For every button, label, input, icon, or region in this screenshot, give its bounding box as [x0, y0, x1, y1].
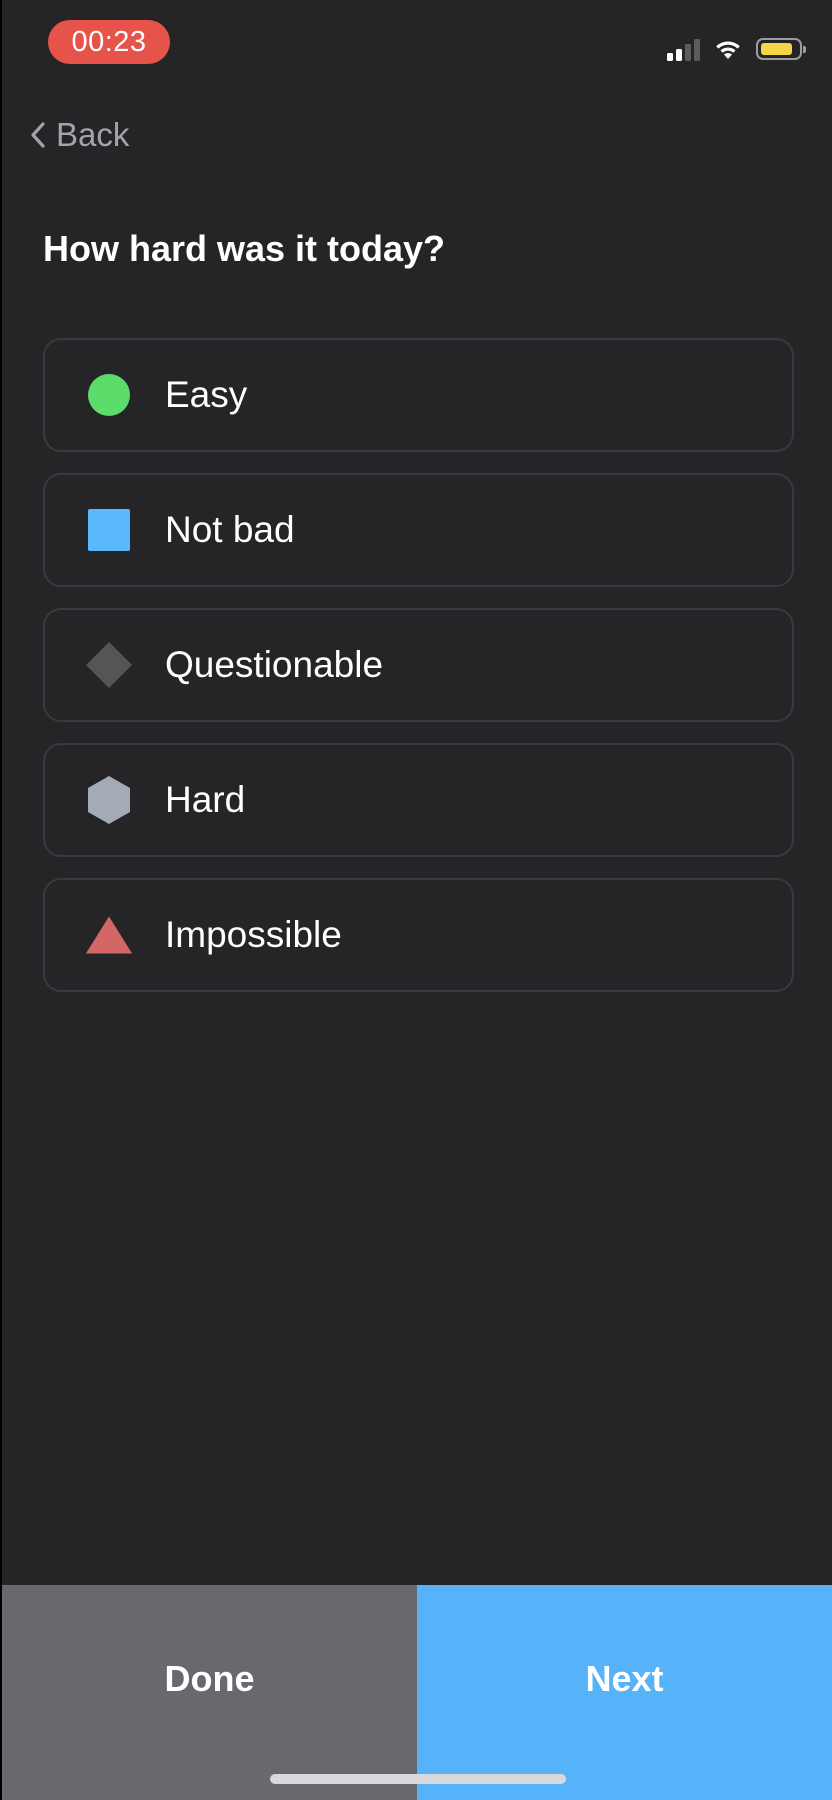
status-time: 00:23	[71, 25, 147, 58]
option-impossible[interactable]: Impossible	[43, 878, 794, 992]
recording-time-pill[interactable]: 00:23	[48, 20, 170, 64]
blue-square-icon	[85, 506, 133, 554]
done-button[interactable]: Done	[2, 1585, 417, 1800]
option-not-bad[interactable]: Not bad	[43, 473, 794, 587]
battery-fill	[761, 43, 792, 55]
bottom-action-bar: Done Next	[2, 1585, 832, 1800]
difficulty-options: Easy Not bad Questionable Hard Impossibl…	[43, 338, 794, 1013]
back-button[interactable]: Back	[30, 112, 129, 158]
wifi-icon	[716, 41, 740, 59]
option-label: Easy	[165, 374, 248, 415]
option-easy[interactable]: Easy	[43, 338, 794, 452]
status-icons	[667, 36, 806, 62]
done-label: Done	[164, 1657, 255, 1699]
battery-icon	[756, 38, 806, 60]
option-label: Impossible	[165, 914, 342, 955]
option-questionable[interactable]: Questionable	[43, 608, 794, 722]
option-hard[interactable]: Hard	[43, 743, 794, 857]
green-circle-icon	[85, 371, 133, 419]
option-label: Not bad	[165, 509, 295, 550]
next-button[interactable]: Next	[417, 1585, 832, 1800]
home-indicator[interactable]	[270, 1774, 566, 1784]
option-label: Hard	[165, 779, 246, 820]
back-label: Back	[56, 116, 130, 153]
option-label: Questionable	[165, 644, 384, 685]
page-title: How hard was it today?	[43, 228, 446, 269]
cellular-signal-icon	[667, 37, 700, 61]
screen-edge	[0, 0, 2, 1800]
gray-hexagon-icon	[85, 776, 133, 824]
next-label: Next	[585, 1657, 664, 1699]
red-triangle-icon	[85, 911, 133, 959]
chevron-left-icon	[31, 122, 45, 148]
gray-diamond-icon	[85, 641, 133, 689]
